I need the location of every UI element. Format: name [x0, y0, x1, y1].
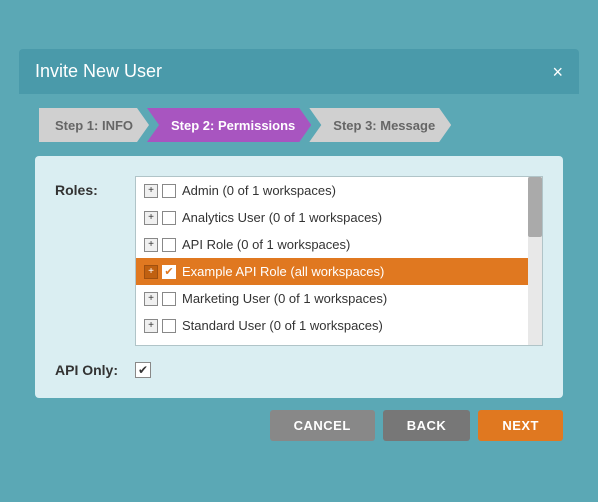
api-only-checkbox[interactable]: ✔: [135, 362, 151, 378]
expand-icon-analytics[interactable]: +: [144, 211, 158, 225]
roles-scroll[interactable]: + Admin (0 of 1 workspaces) + Analytics …: [136, 177, 542, 345]
role-label-example-api: Example API Role (all workspaces): [182, 264, 384, 279]
expand-icon-api-role[interactable]: +: [144, 238, 158, 252]
scrollbar-track: [528, 177, 542, 345]
dialog-header: Invite New User ×: [19, 49, 579, 94]
back-button[interactable]: BACK: [383, 410, 471, 441]
dialog-title: Invite New User: [35, 61, 162, 82]
content-area: Roles: + Admin (0 of 1 workspaces) + Ana…: [35, 156, 563, 398]
expand-icon-marketing[interactable]: +: [144, 292, 158, 306]
roles-section: Roles: + Admin (0 of 1 workspaces) + Ana…: [55, 176, 543, 346]
role-label-admin: Admin (0 of 1 workspaces): [182, 183, 336, 198]
api-only-section: API Only: ✔: [55, 362, 543, 378]
roles-label: Roles:: [55, 176, 135, 198]
scrollbar-thumb[interactable]: [528, 177, 542, 237]
footer: CANCEL BACK NEXT: [19, 398, 579, 453]
role-item-standard[interactable]: + Standard User (0 of 1 workspaces): [136, 312, 542, 339]
checkbox-example-api[interactable]: ✔: [162, 265, 176, 279]
checkbox-standard[interactable]: [162, 319, 176, 333]
invite-dialog: Invite New User × Step 1: INFO Step 2: P…: [19, 49, 579, 453]
role-item-example-api[interactable]: + ✔ Example API Role (all workspaces): [136, 258, 542, 285]
role-label-standard: Standard User (0 of 1 workspaces): [182, 318, 383, 333]
role-label-marketing: Marketing User (0 of 1 workspaces): [182, 291, 387, 306]
next-button[interactable]: NEXT: [478, 410, 563, 441]
cancel-button[interactable]: CANCEL: [270, 410, 375, 441]
step-1[interactable]: Step 1: INFO: [39, 108, 149, 142]
api-only-label: API Only:: [55, 362, 135, 378]
steps-bar: Step 1: INFO Step 2: Permissions Step 3:…: [19, 94, 579, 156]
expand-icon-admin[interactable]: +: [144, 184, 158, 198]
role-label-analytics: Analytics User (0 of 1 workspaces): [182, 210, 382, 225]
step-2[interactable]: Step 2: Permissions: [147, 108, 311, 142]
role-item-analytics[interactable]: + Analytics User (0 of 1 workspaces): [136, 204, 542, 231]
role-item-admin[interactable]: + Admin (0 of 1 workspaces): [136, 177, 542, 204]
checkbox-marketing[interactable]: [162, 292, 176, 306]
step-3[interactable]: Step 3: Message: [309, 108, 451, 142]
expand-icon-standard[interactable]: +: [144, 319, 158, 333]
role-item-marketing[interactable]: + Marketing User (0 of 1 workspaces): [136, 285, 542, 312]
checkbox-analytics[interactable]: [162, 211, 176, 225]
checkbox-api-role[interactable]: [162, 238, 176, 252]
checkbox-admin[interactable]: [162, 184, 176, 198]
close-button[interactable]: ×: [552, 63, 563, 81]
role-item-api-role[interactable]: + API Role (0 of 1 workspaces): [136, 231, 542, 258]
roles-list-container: + Admin (0 of 1 workspaces) + Analytics …: [135, 176, 543, 346]
role-label-api-role: API Role (0 of 1 workspaces): [182, 237, 350, 252]
expand-icon-example-api[interactable]: +: [144, 265, 158, 279]
